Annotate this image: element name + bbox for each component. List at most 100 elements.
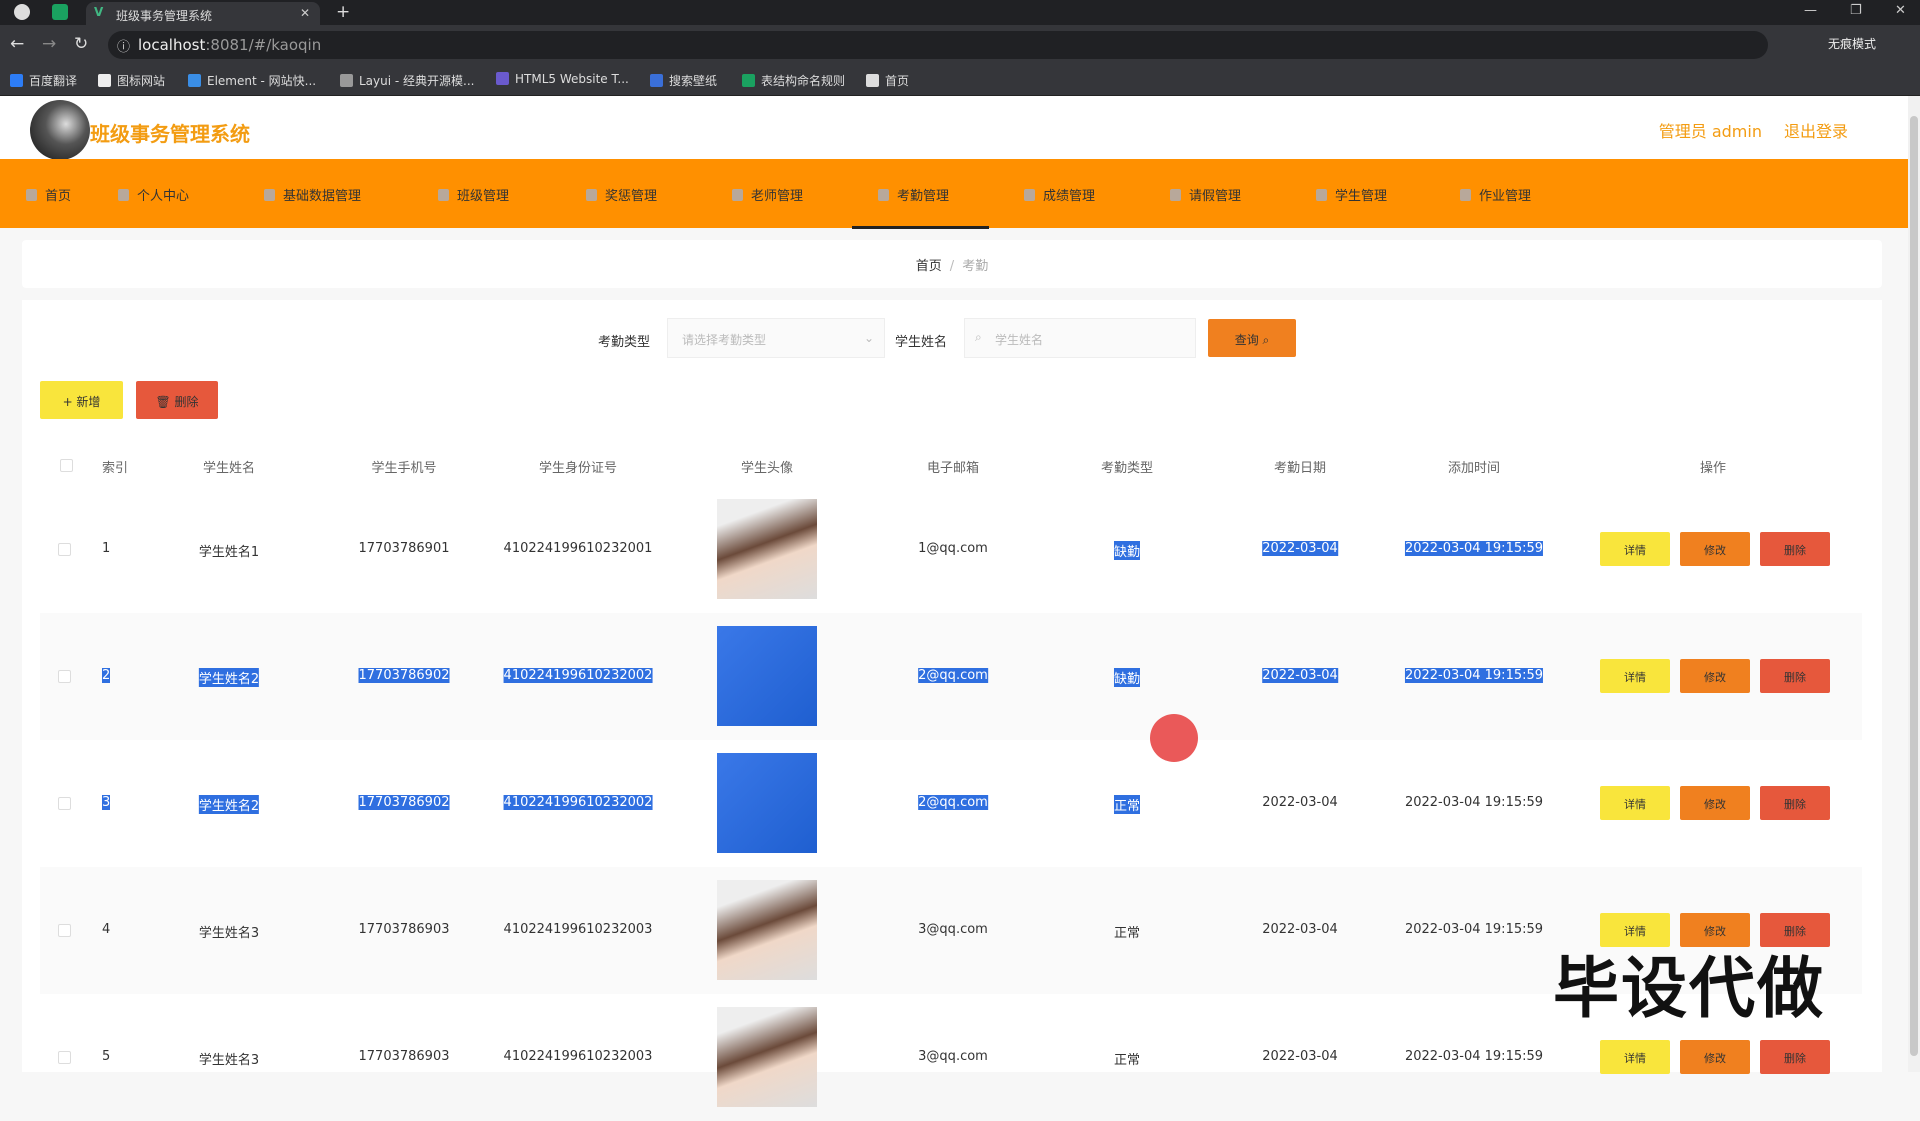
bookmark-icon <box>866 74 879 87</box>
new-tab-button[interactable]: + <box>336 2 350 22</box>
watermark: 毕设代做 <box>1553 950 1825 1027</box>
menu-item[interactable]: 学生管理 <box>1316 185 1387 204</box>
url-host: localhost <box>138 36 206 54</box>
cell-time: 2022-03-04 19:15:59 <box>1404 795 1544 810</box>
bookmark-item[interactable]: HTML5 Website T... <box>496 72 629 86</box>
row-checkbox[interactable] <box>58 543 71 556</box>
bookmark-item[interactable]: Element - 网站快... <box>188 72 316 89</box>
reload-icon[interactable]: ↻ <box>74 34 88 54</box>
breadcrumb-home[interactable]: 首页 <box>916 259 942 274</box>
menu-item[interactable]: 班级管理 <box>438 185 509 204</box>
browser-tab[interactable]: V 班级事务管理系统 ✕ <box>86 2 320 25</box>
column-header: 考勤日期 <box>1273 461 1327 476</box>
add-button[interactable]: + 新增 <box>40 381 123 419</box>
bookmark-item[interactable]: 首页 <box>866 72 909 89</box>
bookmark-item[interactable]: 搜索壁纸 <box>650 72 717 89</box>
cell-id-card: 410224199610232003 <box>503 1049 653 1064</box>
menu-item[interactable]: 奖惩管理 <box>586 185 657 204</box>
menu-label: 班级管理 <box>457 189 510 204</box>
restore-icon[interactable]: ❐ <box>1850 3 1862 18</box>
delete-button[interactable]: 删除 <box>1760 1040 1830 1074</box>
back-icon[interactable]: ← <box>10 34 24 54</box>
name-search-input[interactable]: ⌕ 学生姓名 <box>964 318 1196 358</box>
bookmark-item[interactable]: 表结构命名规则 <box>742 72 845 89</box>
cell-email: 3@qq.com <box>918 922 988 937</box>
bookmark-label: HTML5 Website T... <box>515 72 629 86</box>
app-title: 班级事务管理系统 <box>90 122 250 146</box>
table-row: 1 学生姓名1 17703786901 410224199610232001 1@qq.… <box>40 486 1862 613</box>
globe-icon[interactable] <box>14 4 30 20</box>
detail-label: 详情 <box>1624 671 1646 684</box>
delete-button[interactable]: 删除 <box>1760 786 1830 820</box>
detail-button[interactable]: 详情 <box>1600 786 1670 820</box>
page-scrollbar[interactable] <box>1908 96 1920 1072</box>
select-all-checkbox[interactable] <box>60 459 73 472</box>
chevron-down-icon: ⌄ <box>863 331 874 345</box>
bookmark-icon <box>742 74 755 87</box>
cell-email: 2@qq.com <box>918 795 988 810</box>
menu-item[interactable]: 个人中心 <box>118 185 189 204</box>
bookmark-item[interactable]: Layui - 经典开源模... <box>340 72 474 89</box>
menu-label: 奖惩管理 <box>605 189 658 204</box>
sheets-icon[interactable] <box>52 4 68 20</box>
delete-button[interactable]: 删除 <box>1760 532 1830 566</box>
incognito-label[interactable]: 无痕模式 <box>1828 35 1876 52</box>
edit-button[interactable]: 修改 <box>1680 1040 1750 1074</box>
menu-label: 成绩管理 <box>1043 189 1096 204</box>
row-checkbox[interactable] <box>58 1051 71 1064</box>
bookmark-label: Element - 网站快... <box>207 74 317 88</box>
close-window-icon[interactable]: ✕ <box>1895 3 1906 18</box>
row-checkbox[interactable] <box>58 797 71 810</box>
vue-icon: V <box>94 5 104 19</box>
bookmark-item[interactable]: 百度翻译 <box>10 72 77 89</box>
menu-item[interactable]: 作业管理 <box>1460 185 1531 204</box>
detail-button[interactable]: 详情 <box>1600 1040 1670 1074</box>
menu-item[interactable]: 基础数据管理 <box>264 185 361 204</box>
mouse-cursor-indicator <box>1150 714 1198 762</box>
cell-time: 2022-03-04 19:15:59 <box>1404 922 1544 937</box>
detail-label: 详情 <box>1624 544 1646 557</box>
cell-phone: 17703786901 <box>358 541 450 556</box>
detail-button[interactable]: 详情 <box>1600 659 1670 693</box>
menu-icon <box>118 189 129 201</box>
detail-button[interactable]: 详情 <box>1600 532 1670 566</box>
bookmark-item[interactable]: 图标网站 <box>98 72 165 89</box>
close-tab-icon[interactable]: ✕ <box>300 6 310 20</box>
table-row: 3 学生姓名2 17703786902 410224199610232002 2@qq.… <box>40 740 1862 867</box>
cell-date: 2022-03-04 <box>1262 541 1338 556</box>
edit-label: 修改 <box>1704 1052 1726 1065</box>
menu-item[interactable]: 老师管理 <box>732 185 803 204</box>
edit-button[interactable]: 修改 <box>1680 532 1750 566</box>
url-path: :8081/#/kaoqin <box>205 36 322 54</box>
edit-button[interactable]: 修改 <box>1680 659 1750 693</box>
menu-item[interactable]: 考勤管理 <box>851 185 990 229</box>
row-checkbox[interactable] <box>58 670 71 683</box>
delete-label: 删除 <box>174 395 199 409</box>
edit-button[interactable]: 修改 <box>1680 786 1750 820</box>
cell-email: 2@qq.com <box>918 668 988 683</box>
logout-link[interactable]: 退出登录 <box>1784 122 1848 141</box>
bookmark-label: 首页 <box>885 74 910 88</box>
bookmark-icon <box>98 74 111 87</box>
menu-item[interactable]: 请假管理 <box>1170 185 1241 204</box>
column-header: 学生身份证号 <box>538 461 618 476</box>
bookmarks-bar: 百度翻译 图标网站 Element - 网站快... Layui - 经典开源模...… <box>0 64 1920 96</box>
detail-label: 详情 <box>1624 1052 1646 1065</box>
menu-item[interactable]: 首页 <box>26 185 71 204</box>
menu-item[interactable]: 成绩管理 <box>1024 185 1095 204</box>
delete-button[interactable]: 删除 <box>1760 659 1830 693</box>
logo <box>30 100 90 160</box>
type-label: 考勤类型 <box>598 335 651 350</box>
delete-label: 删除 <box>1784 798 1806 811</box>
minimize-icon[interactable]: — <box>1804 3 1817 18</box>
type-select[interactable]: 请选择考勤类型 ⌄ <box>667 318 885 358</box>
query-button[interactable]: 查询 ⌕ <box>1208 319 1296 357</box>
forward-icon[interactable]: → <box>42 34 56 54</box>
batch-delete-button[interactable]: 🗑 删除 <box>136 381 218 419</box>
menu-label: 考勤管理 <box>897 189 950 204</box>
cell-index: 4 <box>102 922 111 937</box>
row-checkbox[interactable] <box>58 924 71 937</box>
cell-time: 2022-03-04 19:15:59 <box>1404 668 1544 683</box>
url-input[interactable]: ⓘ localhost:8081/#/kaoqin <box>108 31 1768 59</box>
student-avatar <box>717 1007 817 1107</box>
